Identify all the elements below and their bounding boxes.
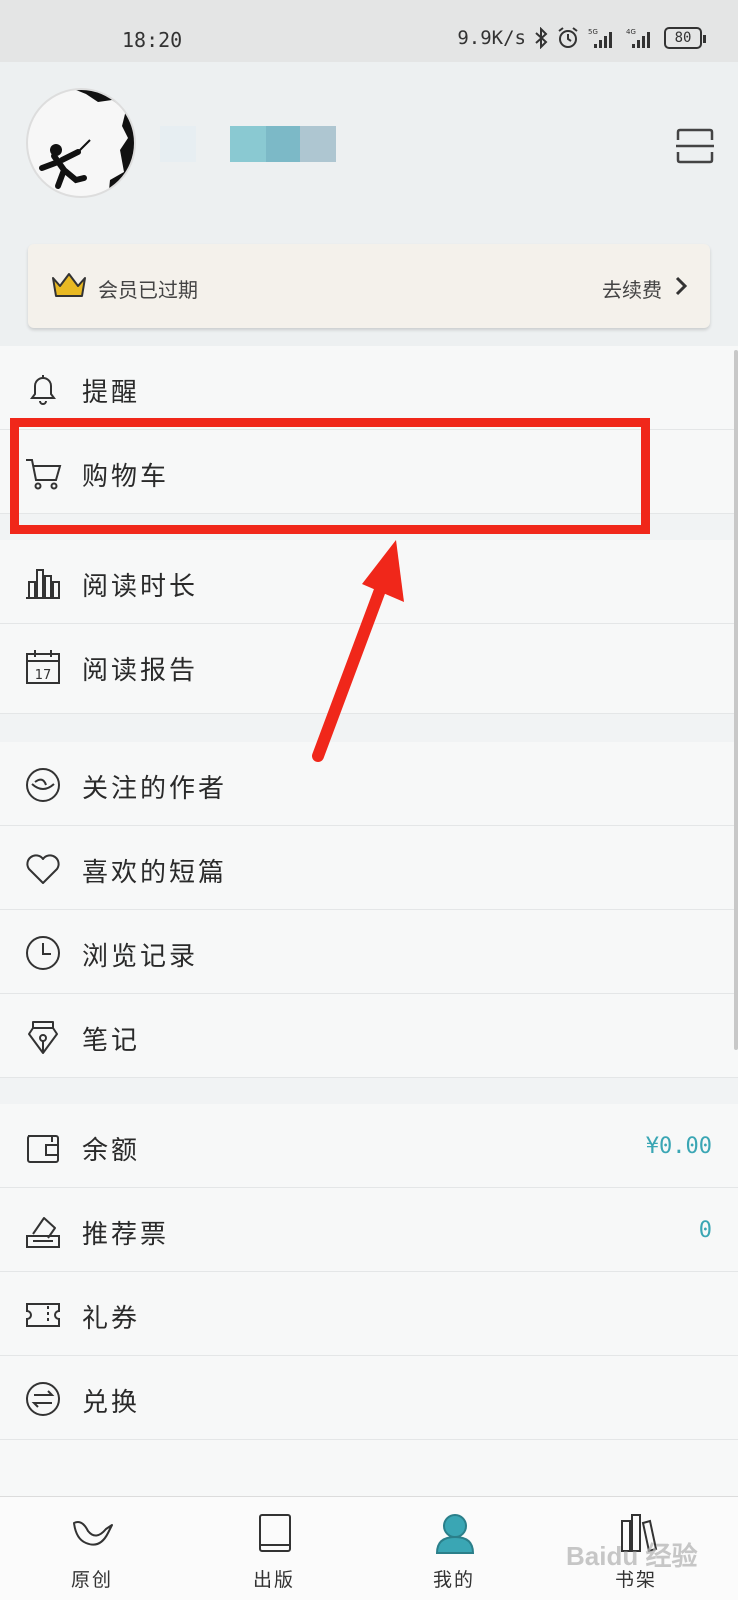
scrollbar[interactable] (734, 350, 738, 1050)
wallet-icon (27, 1135, 59, 1163)
tab-label: 出版 (252, 1569, 295, 1591)
annotation-arrow (312, 540, 404, 762)
renew-link[interactable]: 去续费 (602, 274, 662, 303)
menu-item-recommend-tickets[interactable]: 推荐票 0 (0, 1188, 738, 1272)
pen-nib-icon (28, 1021, 58, 1054)
chevron-right-icon (675, 276, 688, 296)
status-time: 18:20 (122, 28, 183, 52)
tab-original[interactable]: 原创 (32, 1497, 152, 1600)
menu-item-history[interactable]: 浏览记录 (0, 910, 738, 994)
battery-icon: 80 (664, 27, 706, 49)
vip-membership-card[interactable]: 会员已过期 去续费 (28, 244, 710, 328)
menu-label: 喜欢的短篇 (82, 858, 228, 888)
menu-label: 阅读时长 (82, 572, 199, 602)
tab-publish[interactable]: 出版 (214, 1497, 334, 1600)
bird-icon (73, 1521, 113, 1546)
menu-item-notes[interactable]: 笔记 (0, 994, 738, 1078)
menu-label: 余额 (82, 1136, 141, 1166)
clock-icon (26, 936, 60, 970)
smile-bubble-icon (26, 768, 60, 802)
avatar[interactable] (26, 88, 136, 198)
signal-4g-icon: 4G (626, 28, 650, 48)
status-bar: 18:20 9.9K/s 5G 4G 80 (0, 0, 738, 62)
menu-label: 阅读报告 (82, 656, 199, 686)
username-blurred (160, 126, 336, 162)
bell-icon (30, 375, 56, 405)
alarm-icon (558, 27, 578, 48)
status-indicators: 9.9K/s 5G 4G 80 (457, 26, 706, 50)
ticket-icon (26, 1303, 60, 1327)
watermark: Baidu 经验 (566, 1541, 698, 1571)
recommend-tickets-value: 0 (698, 1218, 712, 1243)
climber-silhouette-avatar (39, 90, 134, 196)
tab-label: 原创 (70, 1569, 113, 1591)
bar-chart-icon (26, 569, 60, 599)
annotation-highlight-box (10, 418, 650, 534)
menu-label: 推荐票 (82, 1220, 170, 1250)
menu-label: 礼券 (82, 1304, 141, 1334)
book-icon (259, 1514, 291, 1552)
bluetooth-icon (535, 27, 548, 49)
menu-item-exchange[interactable]: 兑换 (0, 1356, 738, 1440)
vip-status: 会员已过期 (98, 278, 198, 302)
heart-icon (26, 854, 60, 884)
menu-label: 关注的作者 (82, 774, 228, 804)
svg-text:4G: 4G (626, 28, 636, 36)
menu-item-more[interactable] (0, 1440, 738, 1500)
menu-label: 提醒 (82, 378, 141, 408)
crown-icon (52, 273, 86, 297)
signal-5g-icon: 5G (588, 28, 612, 48)
menu-item-balance[interactable]: 余额 ¥0.00 (0, 1104, 738, 1188)
network-speed: 9.9K/s (457, 27, 526, 49)
menu-label: 笔记 (82, 1026, 141, 1056)
ballot-icon (26, 1217, 60, 1248)
svg-text:5G: 5G (588, 28, 598, 36)
calendar-day: 17 (35, 668, 52, 683)
menu-label: 兑换 (82, 1388, 141, 1418)
exchange-icon (26, 1382, 60, 1416)
user-icon (435, 1514, 475, 1554)
menu-item-coupons[interactable]: 礼券 (0, 1272, 738, 1356)
balance-value: ¥0.00 (645, 1134, 712, 1159)
scan-icon[interactable] (676, 128, 714, 164)
menu-label: 浏览记录 (82, 942, 199, 972)
menu-item-liked-shorts[interactable]: 喜欢的短篇 (0, 826, 738, 910)
calendar-icon: 17 (26, 650, 60, 684)
tab-label: 我的 (432, 1569, 475, 1591)
tab-mine[interactable]: 我的 (394, 1497, 514, 1600)
